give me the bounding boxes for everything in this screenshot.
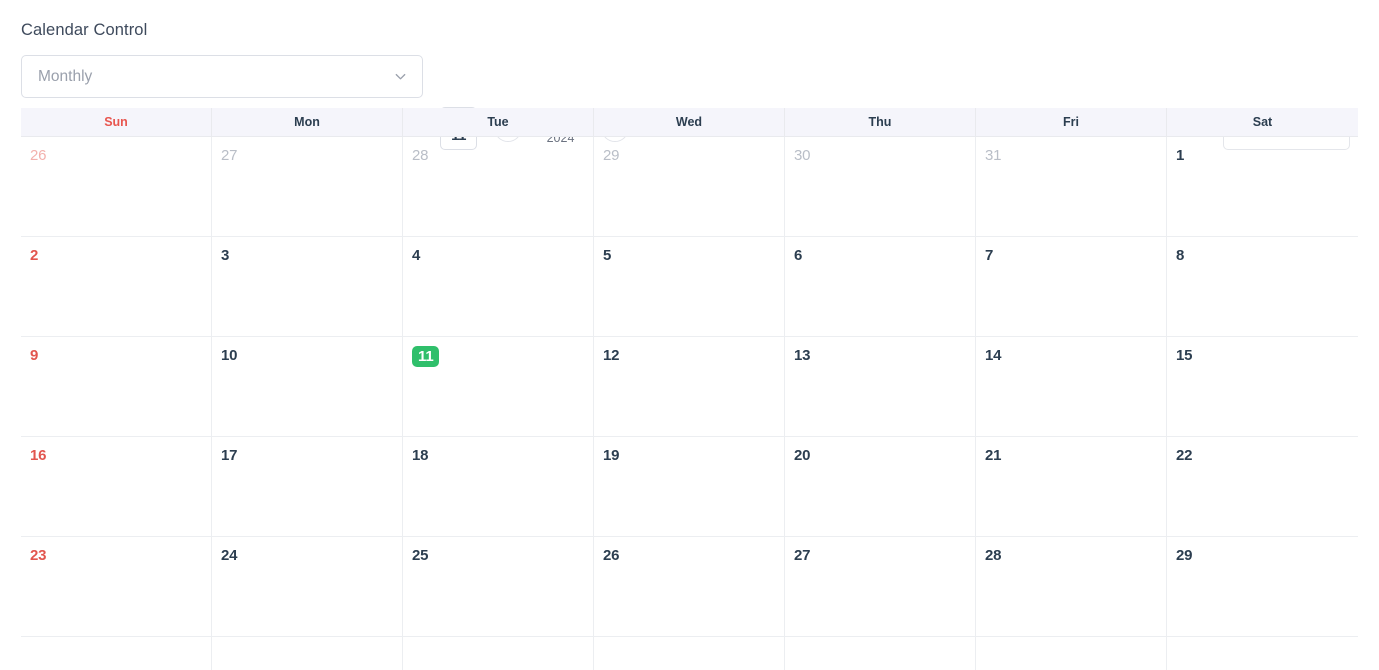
calendar-day-cell[interactable]: 16	[21, 437, 212, 536]
calendar-day-cell[interactable]: 20	[785, 437, 976, 536]
calendar-week-row: 2 3 4 5 6 7 8	[21, 237, 1358, 337]
calendar-day-number: 1	[1176, 147, 1185, 164]
calendar-day-cell[interactable]: 11	[403, 337, 594, 436]
calendar-day-number: 12	[603, 347, 620, 364]
calendar-day-cell[interactable]	[212, 637, 403, 670]
calendar-day-number: 13	[794, 347, 811, 364]
calendar-day-number: 5	[603, 247, 612, 264]
view-mode-select[interactable]: Monthly	[21, 55, 423, 98]
weekday-header-wed: Wed	[594, 108, 785, 136]
calendar-day-number: 30	[794, 147, 811, 164]
calendar-day-cell[interactable]: 22	[1167, 437, 1358, 536]
calendar-day-cell[interactable]: 21	[976, 437, 1167, 536]
calendar-day-number: 26	[30, 147, 47, 164]
calendar-day-number: 2	[30, 247, 39, 264]
calendar-day-number: 19	[603, 447, 620, 464]
calendar-day-number: 27	[794, 547, 811, 564]
calendar-day-cell[interactable]: 4	[403, 237, 594, 336]
calendar-day-number: 31	[985, 147, 1002, 164]
calendar-day-number: 3	[221, 247, 230, 264]
weekday-header-row: Sun Mon Tue Wed Thu Fri Sat	[21, 108, 1358, 137]
calendar-day-cell[interactable]: 14	[976, 337, 1167, 436]
weekday-header-mon: Mon	[212, 108, 403, 136]
calendar-day-number: 22	[1176, 447, 1193, 464]
calendar-day-cell[interactable]: 29	[1167, 537, 1358, 636]
calendar-day-number: 29	[1176, 547, 1193, 564]
calendar-day-cell[interactable]: 28	[976, 537, 1167, 636]
calendar-day-cell[interactable]: 23	[21, 537, 212, 636]
calendar-day-number: 9	[30, 347, 39, 364]
calendar-day-cell[interactable]: 24	[212, 537, 403, 636]
calendar-day-cell[interactable]	[1167, 637, 1358, 670]
calendar-toolbar: Monthly 11 JUNE 2024	[0, 55, 1379, 150]
calendar-day-number: 28	[985, 547, 1002, 564]
calendar-day-cell[interactable]: 10	[212, 337, 403, 436]
calendar-day-cell[interactable]: 15	[1167, 337, 1358, 436]
calendar-day-number: 29	[603, 147, 620, 164]
calendar-day-cell[interactable]: 27	[785, 537, 976, 636]
calendar-day-cell[interactable]: 29	[594, 137, 785, 236]
calendar-day-number: 21	[985, 447, 1002, 464]
weekday-header-fri: Fri	[976, 108, 1167, 136]
calendar-day-number: 23	[30, 547, 47, 564]
calendar-day-number: 28	[412, 147, 429, 164]
weekday-header-sat: Sat	[1252, 115, 1273, 129]
calendar-day-cell[interactable]: 6	[785, 237, 976, 336]
calendar-day-number: 14	[985, 347, 1002, 364]
calendar-control-page: Calendar Control Monthly 11	[0, 0, 1379, 670]
calendar-week-row: 16 17 18 19 20 21 22	[21, 437, 1358, 537]
calendar-day-number: 24	[221, 547, 238, 564]
calendar-day-cell[interactable]: 8	[1167, 237, 1358, 336]
calendar-day-number: 16	[30, 447, 47, 464]
calendar-grid: Sun Mon Tue Wed Thu Fri Sat 26 27 28 29 30 31 1 2 3 4 5 6…	[21, 108, 1358, 670]
calendar-day-cell[interactable]	[21, 637, 212, 670]
calendar-day-cell[interactable]: 12	[594, 337, 785, 436]
calendar-day-number: 8	[1176, 247, 1185, 264]
calendar-day-cell[interactable]: 2	[21, 237, 212, 336]
calendar-day-cell[interactable]: 26	[594, 537, 785, 636]
calendar-day-cell[interactable]: 7	[976, 237, 1167, 336]
calendar-day-cell[interactable]: 13	[785, 337, 976, 436]
calendar-day-cell[interactable]	[785, 637, 976, 670]
calendar-day-cell[interactable]: 19	[594, 437, 785, 536]
calendar-day-cell[interactable]: 25	[403, 537, 594, 636]
chevron-down-icon	[393, 69, 408, 84]
calendar-day-cell[interactable]: 30	[785, 137, 976, 236]
calendar-day-cell[interactable]: 17	[212, 437, 403, 536]
calendar-day-number: 25	[412, 547, 429, 564]
calendar-day-number: 15	[1176, 347, 1193, 364]
calendar-day-number: 7	[985, 247, 994, 264]
weekday-header-sun: Sun	[21, 108, 212, 136]
calendar-day-cell[interactable]: 5	[594, 237, 785, 336]
calendar-day-cell[interactable]: 28	[403, 137, 594, 236]
calendar-day-cell[interactable]: 18	[403, 437, 594, 536]
calendar-day-cell[interactable]	[403, 637, 594, 670]
calendar-day-number: 18	[412, 447, 429, 464]
calendar-day-cell[interactable]	[976, 637, 1167, 670]
calendar-week-row: 9 10 11 12 13 14 15	[21, 337, 1358, 437]
calendar-day-cell[interactable]: 3	[212, 237, 403, 336]
calendar-day-cell[interactable]	[594, 637, 785, 670]
calendar-week-row: 26 27 28 29 30 31 1	[21, 137, 1358, 237]
calendar-day-number: 27	[221, 147, 238, 164]
calendar-day-number: 4	[412, 247, 421, 264]
weekday-header-thu: Thu	[785, 108, 976, 136]
calendar-day-number: 17	[221, 447, 238, 464]
calendar-weeks: 26 27 28 29 30 31 1 2 3 4 5 6 7 8 9 10 11 12 13 14 15 16 17 18 1…	[21, 137, 1358, 670]
calendar-day-number: 26	[603, 547, 620, 564]
calendar-day-today: 11	[412, 346, 440, 367]
calendar-day-cell[interactable]: 9	[21, 337, 212, 436]
page-title: Calendar Control	[21, 21, 148, 39]
calendar-day-number: 10	[221, 347, 238, 364]
calendar-day-cell[interactable]: 26	[21, 137, 212, 236]
calendar-day-number: 6	[794, 247, 803, 264]
view-mode-value: Monthly	[38, 67, 93, 85]
calendar-day-cell[interactable]: 1	[1167, 137, 1358, 236]
calendar-week-row: 23 24 25 26 27 28 29	[21, 537, 1358, 637]
calendar-day-cell[interactable]: 31	[976, 137, 1167, 236]
calendar-week-row	[21, 637, 1358, 670]
weekday-header-tue: Tue	[403, 108, 594, 136]
calendar-day-cell[interactable]: 27	[212, 137, 403, 236]
calendar-day-number: 20	[794, 447, 811, 464]
